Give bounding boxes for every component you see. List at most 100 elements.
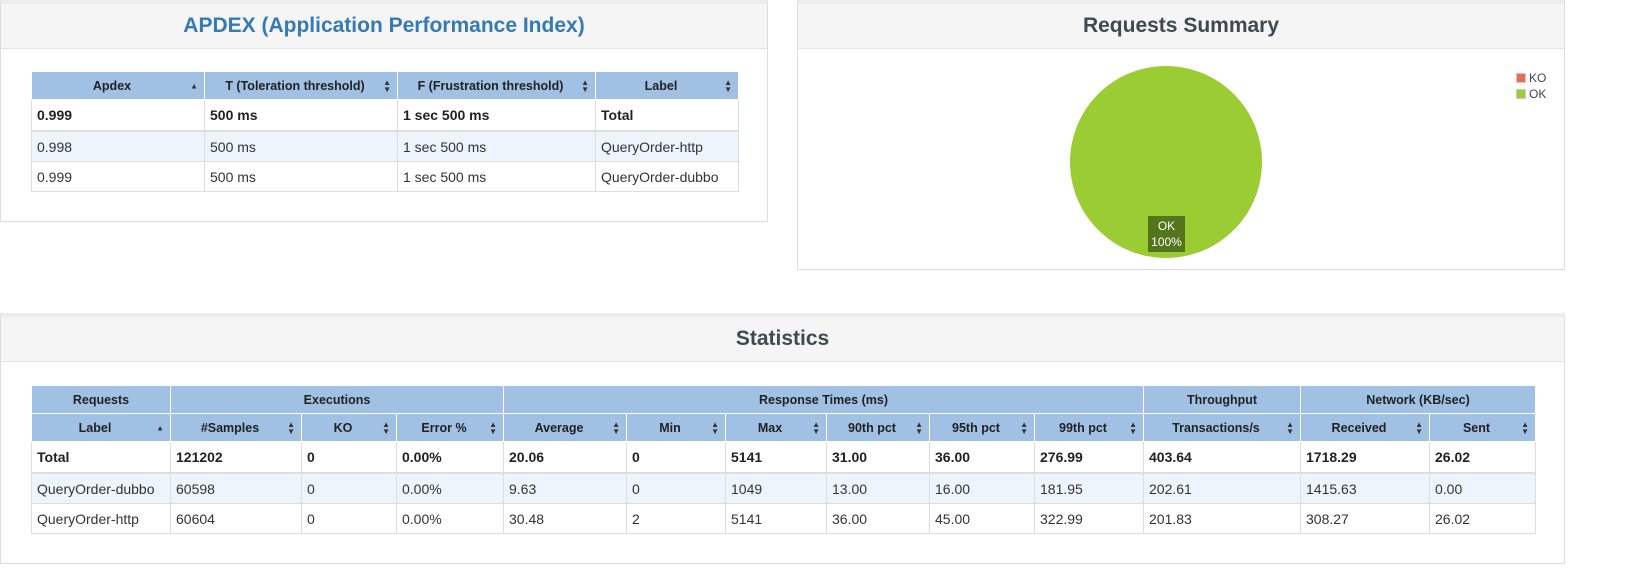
apdex-title: APDEX (Application Performance Index) (1, 4, 767, 49)
table-cell: QueryOrder-dubbo (595, 161, 739, 192)
stats-header-received[interactable]: Received ▲ ▼ (1300, 413, 1430, 442)
requests-summary-title: Requests Summary (798, 4, 1564, 49)
sort-both-icon: ▲ ▼ (612, 419, 620, 436)
sort-both-icon: ▲ ▼ (724, 77, 732, 94)
pie-data-label: OK 100% (1148, 216, 1185, 252)
stats-header-label[interactable]: Label ▲ (31, 413, 171, 442)
table-cell: 322.99 (1034, 503, 1144, 534)
stats-header-max[interactable]: Max ▲ ▼ (725, 413, 827, 442)
requests-summary-pie-chart: OK 100% (1070, 66, 1262, 258)
table-cell: 0 (301, 441, 397, 474)
stats-header-90th[interactable]: 90th pct ▲ ▼ (826, 413, 930, 442)
statistics-table: Requests Executions Response Times (ms) … (31, 385, 1536, 534)
sort-both-icon: ▲ ▼ (711, 419, 719, 436)
sort-both-icon: ▲ ▼ (382, 419, 390, 436)
table-cell: 36.00 (826, 503, 930, 534)
table-cell: 500 ms (204, 99, 398, 132)
table-cell: 0.998 (31, 130, 205, 162)
pie-legend: KO OK (1516, 70, 1546, 102)
stats-header-sent[interactable]: Sent ▲ ▼ (1429, 413, 1536, 442)
group-header-network: Network (KB/sec) (1300, 385, 1536, 414)
sort-both-icon: ▲ ▼ (489, 419, 497, 436)
group-header-throughput: Throughput (1143, 385, 1301, 414)
table-cell: 60604 (170, 503, 302, 534)
legend-swatch-icon (1516, 73, 1526, 83)
sort-both-icon: ▲ ▼ (1020, 419, 1028, 436)
table-cell: 1 sec 500 ms (397, 130, 596, 162)
sort-both-icon: ▲ ▼ (287, 419, 295, 436)
requests-summary-panel: Requests Summary OK 100% KO OK (797, 0, 1565, 270)
pie-slice-label: OK (1158, 219, 1175, 233)
legend-item-ko[interactable]: KO (1516, 70, 1546, 86)
sort-asc-icon: ▲ (156, 423, 164, 432)
sort-both-icon: ▲ ▼ (1521, 419, 1529, 436)
table-cell: 403.64 (1143, 441, 1301, 474)
table-cell: 0.00% (396, 503, 504, 534)
apdex-header-toleration[interactable]: T (Toleration threshold) ▲ ▼ (204, 71, 398, 100)
stats-header-99th[interactable]: 99th pct ▲ ▼ (1034, 413, 1144, 442)
table-cell: 201.83 (1143, 503, 1301, 534)
table-cell: 16.00 (929, 472, 1035, 504)
sort-both-icon: ▲ ▼ (812, 419, 820, 436)
stats-header-average[interactable]: Average ▲ ▼ (503, 413, 627, 442)
table-cell: 60598 (170, 472, 302, 504)
stats-header-error-pct[interactable]: Error % ▲ ▼ (396, 413, 504, 442)
table-cell: 0.00 (1429, 472, 1536, 504)
table-cell: 2 (626, 503, 726, 534)
table-cell: 181.95 (1034, 472, 1144, 504)
statistics-panel: Statistics Requests Executions Response … (0, 313, 1565, 564)
table-cell: 0 (626, 441, 726, 474)
stats-header-min[interactable]: Min ▲ ▼ (626, 413, 726, 442)
table-cell: 500 ms (204, 161, 398, 192)
sort-asc-icon: ▲ (190, 81, 198, 90)
table-cell: 0 (301, 472, 397, 504)
stats-header-transactions[interactable]: Transactions/s ▲ ▼ (1143, 413, 1301, 442)
table-cell: 1415.63 (1300, 472, 1430, 504)
table-row: 0.999 500 ms 1 sec 500 ms QueryOrder-dub… (31, 161, 739, 192)
group-header-executions: Executions (170, 385, 504, 414)
table-cell: 45.00 (929, 503, 1035, 534)
table-row: 0.998 500 ms 1 sec 500 ms QueryOrder-htt… (31, 130, 739, 162)
table-cell: 26.02 (1429, 441, 1536, 474)
table-cell: 308.27 (1300, 503, 1430, 534)
table-row: QueryOrder-http 60604 0 0.00% 30.48 2 51… (31, 503, 1536, 534)
stats-header-samples[interactable]: #Samples ▲ ▼ (170, 413, 302, 442)
sort-both-icon: ▲ ▼ (383, 77, 391, 94)
table-row: 0.999 500 ms 1 sec 500 ms Total (31, 99, 739, 132)
apdex-header-frustration[interactable]: F (Frustration threshold) ▲ ▼ (397, 71, 596, 100)
group-header-requests: Requests (31, 385, 171, 414)
table-cell: 9.63 (503, 472, 627, 504)
sort-both-icon: ▲ ▼ (581, 77, 589, 94)
table-cell: 36.00 (929, 441, 1035, 474)
table-cell: 26.02 (1429, 503, 1536, 534)
table-cell: 1049 (725, 472, 827, 504)
table-cell: 5141 (725, 441, 827, 474)
group-header-response-times: Response Times (ms) (503, 385, 1144, 414)
table-cell: 31.00 (826, 441, 930, 474)
sort-both-icon: ▲ ▼ (1286, 419, 1294, 436)
legend-item-ok[interactable]: OK (1516, 86, 1546, 102)
table-cell: Total (31, 441, 171, 474)
table-cell: 13.00 (826, 472, 930, 504)
table-cell: 1 sec 500 ms (397, 161, 596, 192)
table-cell: 0 (301, 503, 397, 534)
table-cell: 202.61 (1143, 472, 1301, 504)
apdex-header-label[interactable]: Label ▲ ▼ (595, 71, 739, 100)
sort-both-icon: ▲ ▼ (915, 419, 923, 436)
apdex-panel: APDEX (Application Performance Index) Ap… (0, 0, 768, 222)
stats-header-95th[interactable]: 95th pct ▲ ▼ (929, 413, 1035, 442)
table-cell: 0.00% (396, 472, 504, 504)
sort-both-icon: ▲ ▼ (1129, 419, 1137, 436)
table-cell: 20.06 (503, 441, 627, 474)
table-cell: 0 (626, 472, 726, 504)
table-cell: 1 sec 500 ms (397, 99, 596, 132)
table-cell: 500 ms (204, 130, 398, 162)
table-cell: 121202 (170, 441, 302, 474)
statistics-title: Statistics (1, 317, 1564, 362)
table-cell: 1718.29 (1300, 441, 1430, 474)
table-cell: 0.999 (31, 99, 205, 132)
stats-header-ko[interactable]: KO ▲ ▼ (301, 413, 397, 442)
table-cell: 276.99 (1034, 441, 1144, 474)
apdex-header-apdex[interactable]: Apdex ▲ (31, 71, 205, 100)
table-cell: Total (595, 99, 739, 132)
